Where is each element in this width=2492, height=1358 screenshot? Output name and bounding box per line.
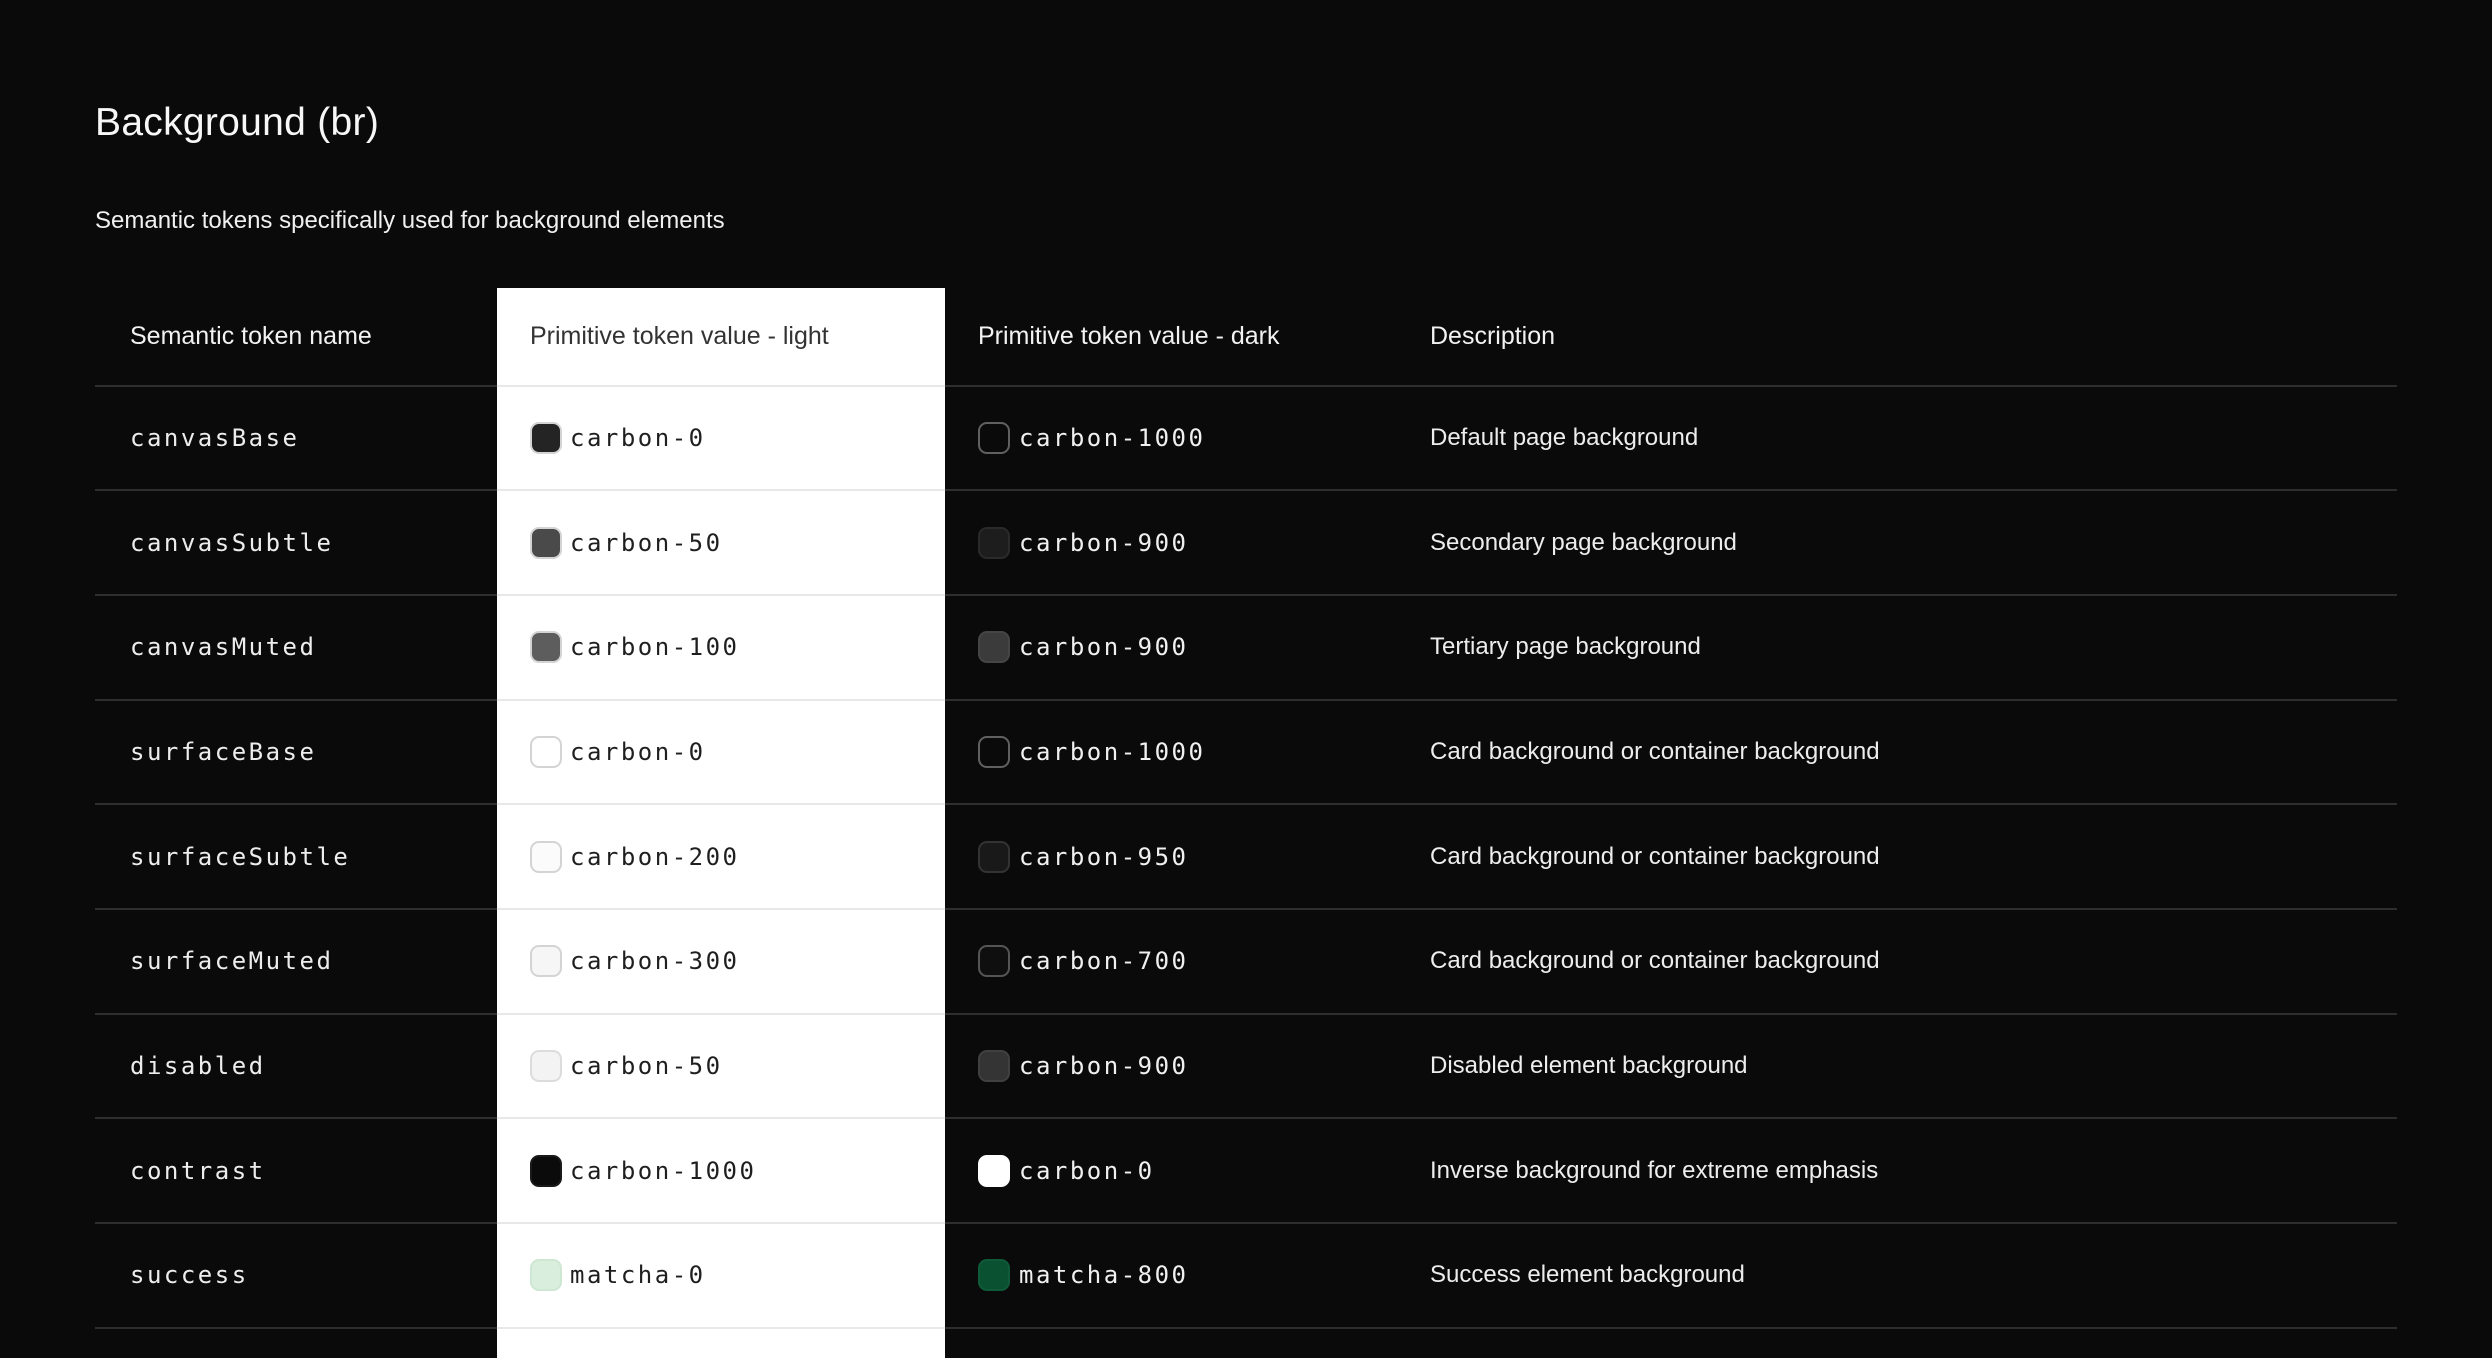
light-value-cell: carbon-100	[497, 593, 945, 699]
token-doc-page: Background (br) Semantic tokens specific…	[0, 100, 2492, 1358]
partial-cell-name	[95, 1326, 497, 1358]
dark-token-value: carbon-900	[1019, 633, 1189, 662]
dark-color-swatch	[978, 631, 1010, 664]
dark-value-cell: carbon-900	[945, 1012, 1430, 1118]
token-description: Success element background	[1430, 1222, 2397, 1327]
dark-value-cell: carbon-900	[945, 489, 1430, 594]
light-color-swatch	[530, 421, 562, 454]
token-name: contrast	[95, 1117, 497, 1222]
dark-value-cell: carbon-900	[945, 593, 1430, 699]
dark-value-cell: carbon-1000	[945, 698, 1430, 804]
token-name: canvasMuted	[95, 593, 497, 699]
table-row: canvasSubtle carbon-50 carbon-900 Second…	[95, 489, 2397, 594]
page-subtitle: Semantic tokens specifically used for ba…	[95, 206, 725, 234]
table-row: disabled carbon-50 carbon-900 Disabled e…	[95, 1012, 2397, 1118]
light-color-swatch	[530, 631, 562, 664]
partial-cell-description	[1430, 1326, 2397, 1358]
partial-cell-light	[497, 1326, 945, 1358]
token-description: Secondary page background	[1430, 489, 2397, 594]
dark-color-swatch	[978, 945, 1010, 978]
light-token-value: carbon-0	[570, 423, 706, 452]
light-value-cell: carbon-0	[497, 698, 945, 804]
token-description: Card background or container background	[1430, 803, 2397, 908]
table-row: surfaceBase carbon-0 carbon-1000 Card ba…	[95, 698, 2397, 804]
light-token-value: carbon-100	[570, 633, 740, 662]
semantic-token-table: Semantic token name Primitive token valu…	[95, 287, 2397, 1358]
token-name: surfaceSubtle	[95, 803, 497, 908]
table-row: canvasBase carbon-0 carbon-1000 Default …	[95, 384, 2397, 490]
token-description: Disabled element background	[1430, 1012, 2397, 1118]
light-value-cell: carbon-200	[497, 803, 945, 909]
token-description: Inverse background for extreme emphasis	[1430, 1117, 2397, 1222]
light-value-cell: carbon-1000	[497, 1117, 945, 1223]
column-header-semantic-token-name: Semantic token name	[130, 321, 372, 350]
table-row: contrast carbon-1000 carbon-0 Inverse ba…	[95, 1117, 2397, 1223]
token-description: Card background or container background	[1430, 908, 2397, 1013]
light-token-value: matcha-0	[570, 1261, 706, 1290]
light-token-value: carbon-300	[570, 947, 740, 976]
dark-token-value: carbon-900	[1019, 528, 1189, 557]
light-value-cell: matcha-0	[497, 1222, 945, 1327]
dark-token-value: carbon-900	[1019, 1052, 1189, 1081]
light-token-value: carbon-50	[570, 1052, 723, 1081]
dark-value-cell: carbon-700	[945, 908, 1430, 1013]
table-row: success matcha-0 matcha-800 Success elem…	[95, 1222, 2397, 1327]
column-header-dark-value: Primitive token value - dark	[978, 321, 1280, 350]
column-header-light-value: Primitive token value - light	[497, 287, 945, 385]
dark-color-swatch	[978, 421, 1010, 454]
dark-color-swatch	[978, 1259, 1010, 1292]
light-color-swatch	[530, 945, 562, 978]
light-token-value: carbon-0	[570, 738, 706, 766]
dark-color-swatch	[978, 1154, 1010, 1187]
page-title: Background (br)	[95, 101, 380, 144]
light-token-value: carbon-50	[570, 528, 723, 557]
dark-token-value: matcha-800	[1019, 1261, 1189, 1290]
table-header-row: Semantic token name Primitive token valu…	[95, 287, 2397, 385]
dark-color-swatch	[978, 736, 1010, 768]
token-description: Default page background	[1430, 384, 2397, 490]
token-name: canvasSubtle	[95, 489, 497, 594]
light-color-swatch	[530, 1154, 562, 1187]
dark-value-cell: carbon-1000	[945, 384, 1430, 490]
light-value-cell: carbon-50	[497, 489, 945, 594]
light-token-value: carbon-200	[570, 842, 740, 871]
token-name: disabled	[95, 1012, 497, 1118]
dark-color-swatch	[978, 840, 1010, 873]
token-name: success	[95, 1222, 497, 1327]
column-header-description: Description	[1430, 321, 1556, 350]
table-row: canvasMuted carbon-100 carbon-900 Tertia…	[95, 593, 2397, 699]
light-color-swatch	[530, 1259, 562, 1292]
token-name: surfaceMuted	[95, 908, 497, 1013]
light-color-swatch	[530, 526, 562, 559]
light-token-value: carbon-1000	[570, 1156, 757, 1185]
light-color-swatch	[530, 1050, 562, 1083]
dark-token-value: carbon-700	[1019, 947, 1189, 976]
light-color-swatch	[530, 840, 562, 873]
table-row: surfaceMuted carbon-300 carbon-700 Card …	[95, 908, 2397, 1013]
token-description: Card background or container background	[1430, 698, 2397, 804]
dark-value-cell: carbon-0	[945, 1117, 1430, 1222]
dark-color-swatch	[978, 1050, 1010, 1083]
table-row: surfaceSubtle carbon-200 carbon-950 Card…	[95, 803, 2397, 909]
light-value-cell: carbon-300	[497, 908, 945, 1013]
table-body: canvasBase carbon-0 carbon-1000 Default …	[95, 384, 2397, 1327]
token-name: surfaceBase	[95, 698, 497, 804]
light-value-cell: carbon-0	[497, 384, 945, 490]
dark-value-cell: carbon-950	[945, 803, 1430, 908]
light-value-cell: carbon-50	[497, 1012, 945, 1118]
dark-color-swatch	[978, 526, 1010, 559]
table-row-partial	[95, 1326, 2397, 1358]
light-color-swatch	[530, 736, 562, 768]
dark-token-value: carbon-0	[1019, 1156, 1155, 1185]
partial-cell-dark	[945, 1326, 1430, 1358]
dark-token-value: carbon-1000	[1019, 423, 1206, 452]
token-name: canvasBase	[95, 384, 497, 490]
dark-token-value: carbon-950	[1019, 842, 1189, 871]
token-description: Tertiary page background	[1430, 593, 2397, 699]
dark-value-cell: matcha-800	[945, 1222, 1430, 1327]
dark-token-value: carbon-1000	[1019, 738, 1206, 766]
